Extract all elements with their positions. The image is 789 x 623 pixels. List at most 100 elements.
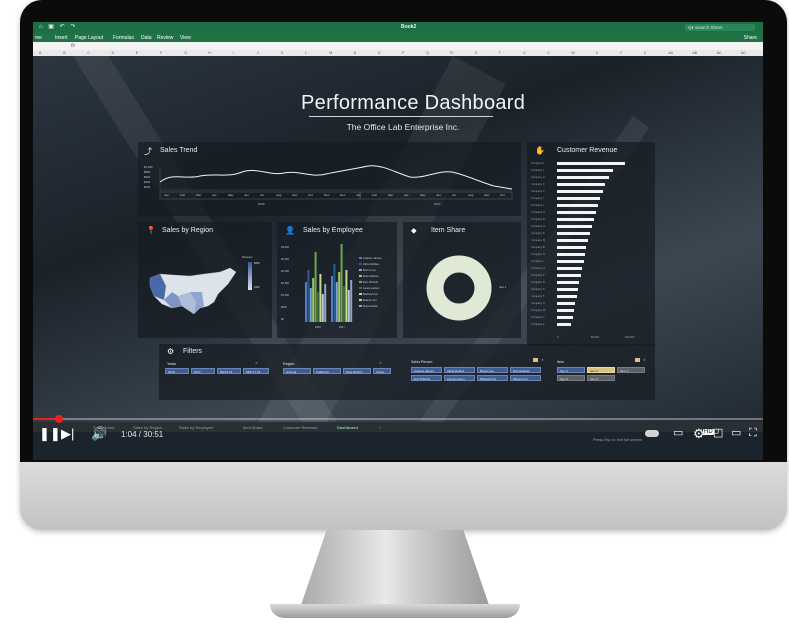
column-header[interactable]: E — [136, 51, 138, 55]
slicer-item-year[interactable]: 2017 — [191, 368, 215, 374]
sales-by-employee-panel[interactable]: 👤 Sales by Employee $3,000 $2,500 $2,000 $1… — [277, 222, 397, 338]
column-header[interactable]: P — [402, 51, 404, 55]
slicer-item-item[interactable]: Item 5 — [587, 375, 615, 381]
multiselect-icon[interactable] — [635, 358, 640, 362]
employee-bar — [347, 290, 350, 322]
column-header[interactable]: U — [523, 51, 526, 55]
ribbon-tab-home[interactable]: me — [35, 35, 42, 41]
column-header[interactable]: AC — [717, 51, 722, 55]
column-header[interactable]: A — [39, 51, 41, 55]
column-header[interactable]: B — [63, 51, 65, 55]
slicer-item-salesperson[interactable]: Alicia Robles — [444, 367, 475, 373]
slicer-item-salesperson[interactable]: Erin Pittman — [411, 375, 442, 381]
subtitles-icon[interactable]: ▭ — [673, 427, 683, 440]
slicer-item-salesperson[interactable]: Laura Larsen — [444, 375, 475, 381]
column-header[interactable]: M — [329, 51, 332, 55]
customer-revenue-bar — [557, 162, 625, 165]
employee-bar — [309, 288, 312, 322]
column-header[interactable]: J — [257, 51, 259, 55]
column-header[interactable]: C — [87, 51, 90, 55]
theater-mode-icon[interactable]: ▭ — [731, 427, 741, 440]
sales-trend-panel[interactable]: ⤴ Sales Trend $1,000 $800 $600 $400 $200 Jan… — [138, 142, 521, 216]
ribbon-tab-page-layout[interactable]: Page Layout — [75, 35, 103, 41]
column-header[interactable]: O — [378, 51, 381, 55]
svg-text:$1,000: $1,000 — [144, 165, 153, 169]
slicer-item-region[interactable]: Arizona — [283, 368, 311, 374]
search-sheet-input[interactable]: Q▾ Search Sheet — [685, 24, 755, 31]
column-header[interactable]: R — [450, 51, 453, 55]
slicer-item-salesperson[interactable]: Maxine Lin — [510, 375, 541, 381]
column-header[interactable]: Q — [426, 51, 429, 55]
column-header[interactable]: D — [112, 51, 115, 55]
column-header[interactable]: N — [354, 51, 357, 55]
pause-icon[interactable]: ❚❚ — [39, 427, 61, 440]
slicer-item-region[interactable]: Texas — [373, 368, 391, 374]
column-header[interactable]: V — [547, 51, 549, 55]
sales-by-region-panel[interactable]: 📍 Sales by Region Revenue $86K $32K — [138, 222, 272, 338]
ribbon-tab-review[interactable]: Review — [157, 35, 173, 41]
slicer-item-year[interactable]: SEP 17 16 — [243, 368, 269, 374]
column-header[interactable]: Y — [620, 51, 622, 55]
clear-filter-icon[interactable]: ✕ — [541, 358, 544, 362]
column-header[interactable]: I — [233, 51, 234, 55]
slicer-item-salesperson[interactable]: Neil Hollows — [510, 367, 541, 373]
share-button[interactable]: Share — [744, 35, 757, 41]
column-header[interactable]: K — [281, 51, 283, 55]
next-icon[interactable]: ▶| — [61, 427, 74, 440]
employee-bar — [312, 278, 315, 322]
trend-month-label: Sep — [484, 193, 490, 197]
customer-name-label: Company D — [531, 217, 545, 221]
slicer-item-salesperson[interactable]: Michael Fox — [477, 375, 508, 381]
miniplayer-icon[interactable]: ◰ — [713, 427, 723, 440]
legend-swatch — [359, 305, 362, 308]
slicer-item-salesperson[interactable]: Andrew James — [411, 367, 442, 373]
slicer-item-item[interactable]: Item 1 — [557, 367, 585, 373]
column-header[interactable]: G — [184, 51, 187, 55]
clear-filter-icon[interactable]: ✕ — [643, 358, 646, 362]
column-header[interactable]: Z — [644, 51, 646, 55]
fullscreen-icon[interactable]: ⛶ — [749, 427, 757, 440]
column-header[interactable]: S — [475, 51, 477, 55]
column-header[interactable]: F — [160, 51, 162, 55]
slicer-item-region[interactable]: California — [313, 368, 341, 374]
customer-revenue-bar — [557, 309, 574, 312]
trend-month-label: Jan — [356, 193, 361, 197]
customer-revenue-bar — [557, 246, 587, 249]
column-header[interactable]: AA — [668, 51, 673, 55]
clear-filter-icon[interactable]: ✕ — [379, 361, 382, 365]
volume-icon[interactable]: 🔊 — [91, 427, 107, 440]
slicer-item-item[interactable]: Item 3 — [617, 367, 645, 373]
slicer-item-region[interactable]: New Mexico — [343, 368, 371, 374]
video-progress-bar[interactable] — [33, 415, 763, 423]
ribbon-tab-insert[interactable]: Insert — [55, 35, 68, 41]
column-header[interactable]: X — [596, 51, 598, 55]
ribbon-tab-data[interactable]: Data — [141, 35, 152, 41]
trend-month-label: Mar — [196, 193, 202, 197]
column-header[interactable]: AB — [692, 51, 697, 55]
column-header[interactable]: H — [208, 51, 211, 55]
legend-entry: Alicia Robles — [359, 262, 379, 266]
column-header[interactable]: W — [571, 51, 574, 55]
clear-filter-icon[interactable]: ✕ — [255, 361, 258, 365]
customer-revenue-panel[interactable]: ✋ Customer Revenue Company A Company J Com… — [527, 142, 655, 346]
ribbon-tab-formulas[interactable]: Formulas — [113, 35, 134, 41]
quick-access-toolbar[interactable]: ⌂ ▣ ↶ ↷ — [39, 23, 77, 30]
slicer-item-item-selected[interactable]: Item 2 — [587, 367, 615, 373]
ribbon-tab-view[interactable]: View — [180, 35, 191, 41]
slicer-item-year[interactable]: 2016 — [165, 368, 189, 374]
column-header[interactable]: L — [305, 51, 307, 55]
customer-name-label: Company F — [531, 182, 545, 186]
autoplay-toggle[interactable] — [645, 430, 659, 437]
us-map — [149, 262, 252, 315]
customer-name-label: Company W — [531, 308, 546, 312]
slicer-item-salesperson[interactable]: Bruno Lee — [477, 367, 508, 373]
column-header[interactable]: T — [499, 51, 501, 55]
employee-bar — [343, 286, 345, 322]
item-share-panel[interactable]: ⬥ Item Share Item 1 — [403, 222, 521, 338]
multiselect-icon[interactable] — [533, 358, 538, 362]
customer-revenue-bar — [557, 260, 584, 263]
slicer-item-year[interactable]: RECZ 16 — [217, 368, 241, 374]
column-header[interactable]: AD — [741, 51, 746, 55]
video-scrubber-handle[interactable] — [54, 415, 63, 423]
slicer-item-item[interactable]: Item 4 — [557, 375, 585, 381]
